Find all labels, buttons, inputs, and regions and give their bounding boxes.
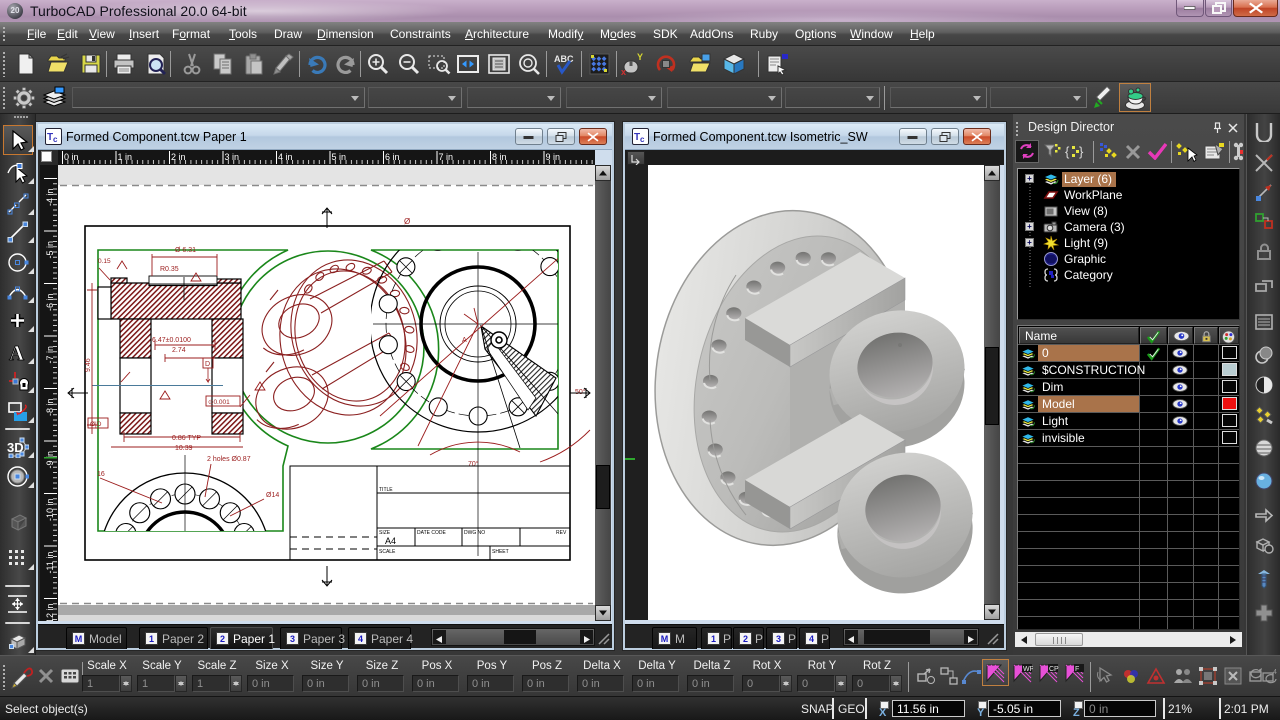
svg-text:2 holes Ø0.87: 2 holes Ø0.87	[207, 456, 251, 463]
svg-text:SCALE: SCALE	[379, 549, 396, 555]
svg-text:4: 4	[1273, 669, 1277, 676]
svg-text:50°: 50°	[575, 388, 586, 396]
svg-text:2 in: 2 in	[171, 152, 186, 162]
svg-text:Ø|D: Ø|D	[90, 421, 102, 428]
svg-text:D: D	[205, 361, 210, 368]
svg-text:c: c	[640, 135, 645, 144]
svg-text:-6 in: -6 in	[45, 293, 55, 311]
svg-text:3 in: 3 in	[225, 152, 240, 162]
svg-text:-8 in: -8 in	[45, 398, 55, 416]
svg-text:4 in: 4 in	[278, 152, 293, 162]
svg-text:Ø 6.31: Ø 6.31	[175, 247, 196, 254]
svg-text:Y: Y	[637, 52, 643, 62]
svg-text:TITLE: TITLE	[379, 487, 393, 493]
svg-text:9.46: 9.46	[85, 358, 92, 372]
svg-text:-9 in: -9 in	[45, 451, 55, 469]
svg-text:0 in: 0 in	[64, 152, 79, 162]
svg-text:7 in: 7 in	[439, 152, 454, 162]
svg-text:}: }	[1079, 144, 1084, 159]
svg-text:10.39: 10.39	[175, 445, 193, 452]
svg-text:⊙0.001: ⊙0.001	[208, 399, 230, 406]
svg-text:DATE CODE: DATE CODE	[417, 530, 446, 536]
svg-text:c: c	[53, 135, 58, 144]
svg-text:9 in: 9 in	[546, 152, 561, 162]
svg-text:A: A	[9, 341, 25, 364]
svg-text:Ø: Ø	[404, 217, 410, 226]
svg-text:x: x	[621, 67, 626, 76]
svg-text:1 in: 1 in	[118, 152, 133, 162]
svg-text:R0.35: R0.35	[160, 266, 179, 273]
svg-text:5 in: 5 in	[332, 152, 347, 162]
svg-text:2.74: 2.74	[172, 347, 186, 354]
svg-text:-5 in: -5 in	[45, 241, 55, 259]
svg-text:-11 in: -11 in	[45, 552, 55, 574]
svg-text:DWG NO: DWG NO	[464, 530, 485, 536]
svg-text:0.15: 0.15	[98, 258, 111, 265]
svg-text:ABC: ABC	[554, 54, 574, 64]
svg-text:WP: WP	[1023, 666, 1033, 673]
svg-text:SHEET: SHEET	[492, 549, 509, 555]
svg-text:6.47±0.0100: 6.47±0.0100	[152, 337, 191, 344]
svg-text:70°: 70°	[468, 460, 479, 468]
svg-text:0.86 TYP: 0.86 TYP	[172, 435, 201, 442]
svg-text:CP: CP	[1049, 666, 1059, 673]
svg-text:A: A	[462, 337, 467, 344]
svg-text:-12 in: -12 in	[45, 603, 55, 621]
svg-text:16: 16	[97, 471, 105, 478]
svg-text:-7 in: -7 in	[45, 346, 55, 364]
svg-text:-4 in: -4 in	[45, 188, 55, 206]
svg-text:REV: REV	[556, 530, 567, 536]
svg-text:6 in: 6 in	[385, 152, 400, 162]
svg-text:Ø14: Ø14	[266, 492, 279, 499]
svg-text:F: F	[1075, 666, 1079, 673]
svg-text:8 in: 8 in	[492, 152, 507, 162]
svg-text:A4: A4	[385, 536, 396, 546]
svg-text:{: {	[1065, 144, 1070, 159]
